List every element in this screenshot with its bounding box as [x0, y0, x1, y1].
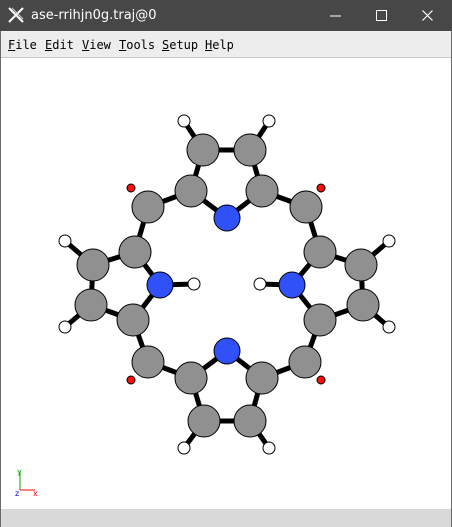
hydrogen-atom[interactable]: [382, 234, 396, 248]
carbon-atom[interactable]: [344, 248, 378, 282]
minimize-icon: [330, 15, 341, 17]
oxygen-atom[interactable]: [316, 183, 326, 193]
carbon-atom[interactable]: [245, 174, 279, 208]
molecule-viewport[interactable]: y z x: [1, 58, 451, 509]
atoms-layer: [58, 114, 396, 455]
carbon-atom[interactable]: [303, 235, 337, 269]
carbon-atom[interactable]: [186, 133, 220, 167]
hydrogen-atom[interactable]: [262, 114, 276, 128]
menu-edit[interactable]: Edit: [45, 38, 74, 52]
hydrogen-atom[interactable]: [262, 441, 276, 455]
menu-setup[interactable]: Setup: [162, 38, 198, 52]
hydrogen-atom[interactable]: [177, 114, 191, 128]
carbon-atom[interactable]: [289, 190, 323, 224]
nitrogen-atom[interactable]: [278, 271, 306, 299]
carbon-atom[interactable]: [233, 404, 267, 438]
axes-indicator: y z x: [15, 467, 38, 498]
z-axis-label: z: [15, 489, 19, 498]
oxygen-atom[interactable]: [126, 183, 136, 193]
carbon-atom[interactable]: [131, 190, 165, 224]
carbon-atom[interactable]: [131, 345, 165, 379]
menu-bar: File Edit View Tools Setup Help: [1, 31, 451, 58]
hydrogen-atom[interactable]: [253, 277, 267, 291]
hydrogen-atom[interactable]: [58, 320, 72, 334]
carbon-atom[interactable]: [76, 248, 110, 282]
hydrogen-atom[interactable]: [382, 320, 396, 334]
hydrogen-atom[interactable]: [187, 277, 201, 291]
nitrogen-atom[interactable]: [213, 337, 241, 365]
x-axis-label: x: [33, 489, 38, 498]
carbon-atom[interactable]: [303, 303, 337, 337]
carbon-atom[interactable]: [174, 361, 208, 395]
y-axis-label: y: [17, 467, 22, 476]
hydrogen-atom[interactable]: [58, 234, 72, 248]
nitrogen-atom[interactable]: [213, 204, 241, 232]
ase-app-icon: [8, 7, 24, 23]
close-button[interactable]: [405, 0, 451, 31]
carbon-atom[interactable]: [245, 361, 279, 395]
menu-help[interactable]: Help: [205, 38, 234, 52]
carbon-atom[interactable]: [346, 288, 380, 322]
carbon-atom[interactable]: [74, 288, 108, 322]
status-bar: [1, 510, 451, 527]
menu-tools[interactable]: Tools: [119, 38, 155, 52]
bonds-layer: [63, 119, 391, 450]
molecule-drawing: [58, 114, 396, 455]
carbon-atom[interactable]: [288, 345, 322, 379]
oxygen-atom[interactable]: [126, 375, 136, 385]
carbon-atom[interactable]: [118, 235, 152, 269]
maximize-icon: [376, 10, 387, 21]
minimize-button[interactable]: [313, 0, 359, 31]
nitrogen-atom[interactable]: [146, 271, 174, 299]
close-icon: [422, 10, 433, 21]
hydrogen-atom[interactable]: [177, 441, 191, 455]
carbon-atom[interactable]: [233, 133, 267, 167]
menu-file[interactable]: File: [8, 38, 37, 52]
carbon-atom[interactable]: [187, 404, 221, 438]
carbon-atom[interactable]: [116, 303, 150, 337]
maximize-button[interactable]: [359, 0, 405, 31]
window-title: ase-rrihjn0g.traj@0: [31, 8, 157, 23]
carbon-atom[interactable]: [174, 174, 208, 208]
menu-view[interactable]: View: [82, 38, 111, 52]
title-bar: ase-rrihjn0g.traj@0: [0, 0, 452, 31]
oxygen-atom[interactable]: [316, 375, 326, 385]
